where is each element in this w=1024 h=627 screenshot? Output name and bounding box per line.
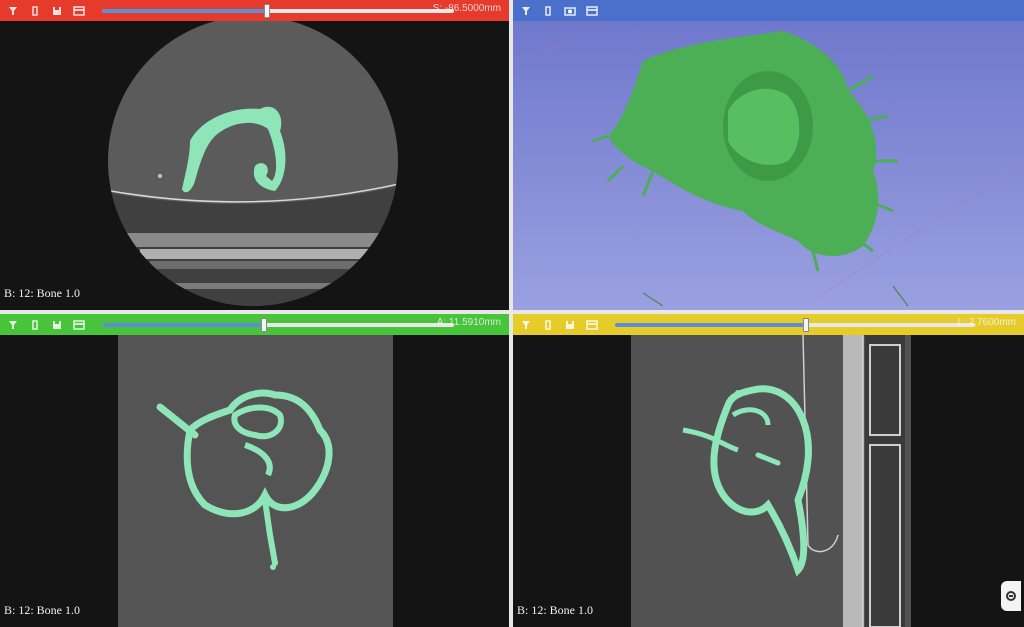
- link-icon[interactable]: [28, 318, 42, 332]
- yellow-slice-view: L: 2.7600mm B: 12: Bone 1.0: [513, 314, 1024, 627]
- green-layer-label: B: 12: Bone 1.0: [4, 603, 81, 617]
- layout-icon[interactable]: [72, 318, 86, 332]
- slice-offset-slider[interactable]: [102, 3, 454, 18]
- link-icon[interactable]: [28, 4, 42, 18]
- link-icon[interactable]: [541, 4, 555, 18]
- green-slice-view: A: 11.5910mm B: 12: Bone 1.0: [0, 314, 509, 627]
- yellow-slice-toolbar: L: 2.7600mm: [513, 314, 1024, 335]
- red-slice-toolbar: S: -86.5000mm: [0, 0, 509, 21]
- slice-offset-readout: S: -86.5000mm: [432, 3, 501, 14]
- camera-icon[interactable]: [563, 4, 577, 18]
- slider-fill: [102, 322, 264, 327]
- green-slice-toolbar: A: 11.5910mm: [0, 314, 509, 335]
- red-slice-view: S: -86.5000mm B: 12: Bone 1.0: [0, 0, 509, 310]
- 3d-view: [513, 0, 1024, 310]
- pin-icon[interactable]: [6, 318, 20, 332]
- save-icon[interactable]: [50, 4, 64, 18]
- slider-fill: [615, 322, 806, 327]
- yellow-slice-image[interactable]: [513, 335, 1024, 627]
- layout-icon[interactable]: [585, 318, 599, 332]
- red-slice-image[interactable]: [0, 21, 509, 310]
- pin-icon[interactable]: [6, 4, 20, 18]
- green-slice-image[interactable]: [0, 335, 509, 627]
- save-icon[interactable]: [50, 318, 64, 332]
- slice-offset-readout: L: 2.7600mm: [957, 317, 1016, 328]
- pin-icon[interactable]: [519, 4, 533, 18]
- link-icon[interactable]: [541, 318, 555, 332]
- layout-icon[interactable]: [585, 4, 599, 18]
- slider-thumb[interactable]: [803, 317, 809, 332]
- red-layer-label: B: 12: Bone 1.0: [4, 286, 81, 300]
- slider-thumb[interactable]: [264, 3, 270, 18]
- slice-offset-slider[interactable]: [102, 317, 454, 332]
- 3d-render[interactable]: [513, 21, 1024, 310]
- layout-icon[interactable]: [72, 4, 86, 18]
- slicer-app: S: -86.5000mm B: 12: Bone 1.0 A: 11.5910…: [0, 0, 1024, 627]
- slider-fill: [102, 8, 267, 13]
- slice-offset-readout: A: 11.5910mm: [436, 317, 501, 328]
- slice-offset-slider[interactable]: [615, 317, 975, 332]
- save-icon[interactable]: [563, 318, 577, 332]
- slider-thumb[interactable]: [261, 317, 267, 332]
- yellow-layer-label: B: 12: Bone 1.0: [517, 603, 594, 617]
- 3d-view-toolbar: [513, 0, 1024, 21]
- collapse-icon: [1006, 591, 1016, 601]
- horizontal-divider[interactable]: [0, 310, 1024, 314]
- collapse-button[interactable]: [1001, 581, 1021, 611]
- pin-icon[interactable]: [519, 318, 533, 332]
